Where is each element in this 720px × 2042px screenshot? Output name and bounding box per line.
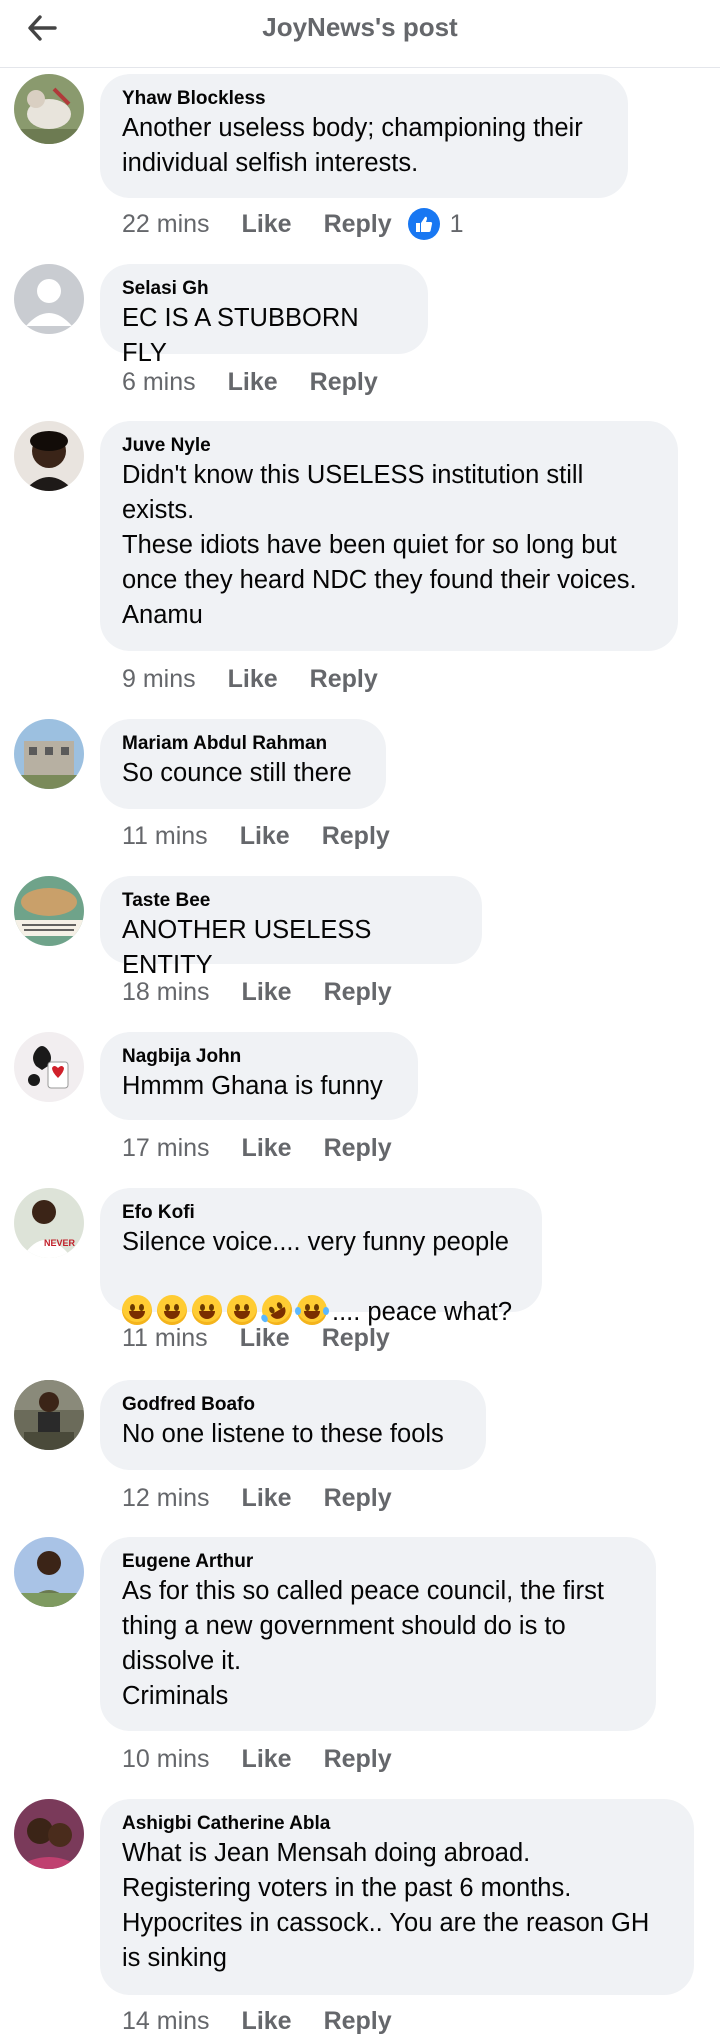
comment-actions: 11 mins Like Reply [122,1320,422,1356]
avatar[interactable] [14,1799,84,1869]
comment-time[interactable]: 10 mins [122,1745,210,1774]
comment-author[interactable]: Taste Bee [122,889,460,913]
comment-actions: 11 mins Like Reply [122,818,422,854]
comment-author[interactable]: Eugene Arthur [122,1550,634,1574]
comment-actions: 18 mins Like Reply [122,974,424,1010]
comment-bubble: Juve Nyle Didn't know this USELESS insti… [100,421,678,651]
comment-text: Hmmm Ghana is funny [122,1072,383,1100]
comment-bubble: Nagbija John Hmmm Ghana is funny [100,1032,418,1120]
reply-button[interactable]: Reply [324,1745,392,1774]
page-title: JoyNews's post [262,12,458,42]
comment-text: Didn't know this USELESS institution sti… [122,461,637,629]
comment-actions: 12 mins Like Reply [122,1480,424,1516]
comment-actions: 17 mins Like Reply [122,1130,424,1166]
comment-actions: 10 mins Like Reply [122,1741,424,1777]
post-header: JoyNews's post [0,0,720,68]
comment-bubble: Ashigbi Catherine Abla What is Jean Mens… [100,1799,694,1995]
comment-time[interactable]: 9 mins [122,665,196,694]
comment-time[interactable]: 11 mins [122,1324,208,1353]
like-button[interactable]: Like [228,665,278,694]
comment-actions: 14 mins Like Reply [122,2003,424,2039]
comment-time[interactable]: 17 mins [122,1134,210,1163]
comment-text: What is Jean Mensah doing abroad. Regist… [122,1839,650,1972]
comment-text: No one listene to these fools [122,1420,444,1448]
comment-author[interactable]: Ashigbi Catherine Abla [122,1812,672,1836]
avatar[interactable] [14,74,84,144]
comment-text: Another useless body; championing their … [122,114,583,177]
like-button[interactable]: Like [242,1484,292,1513]
comment-bubble: Efo Kofi Silence voice.... very funny pe… [100,1188,542,1331]
comment-text: As for this so called peace council, the… [122,1577,604,1710]
like-button[interactable]: Like [242,2007,292,2036]
comment-author[interactable]: Yhaw Blockless [122,87,606,111]
comment-actions: 6 mins Like Reply [122,364,410,400]
reply-button[interactable]: Reply [324,1484,392,1513]
like-button[interactable]: Like [242,210,292,239]
comment-time[interactable]: 22 mins [122,210,210,239]
comment-time[interactable]: 12 mins [122,1484,210,1513]
comment-author[interactable]: Juve Nyle [122,434,656,458]
avatar[interactable] [14,876,84,946]
avatar[interactable] [14,421,84,491]
comment-actions: 22 mins Like Reply 1 [122,206,464,242]
comment-text: EC IS A STUBBORN FLY [122,304,359,367]
comment-time[interactable]: 6 mins [122,368,196,397]
avatar[interactable] [14,1537,84,1607]
comment-bubble: Godfred Boafo No one listene to these fo… [100,1380,486,1470]
reaction-summary[interactable]: 1 [407,208,464,240]
comment-bubble: Taste Bee ANOTHER USELESS ENTITY [100,876,482,979]
comment-author[interactable]: Mariam Abdul Rahman [122,732,364,756]
comment-author[interactable]: Selasi Gh [122,277,406,301]
reply-button[interactable]: Reply [324,1134,392,1163]
comment-actions: 9 mins Like Reply [122,661,410,697]
comment-bubble: Selasi Gh EC IS A STUBBORN FLY [100,264,428,367]
svg-text:NEVER: NEVER [44,1238,76,1248]
comment-bubble: Eugene Arthur As for this so called peac… [100,1537,656,1731]
avatar[interactable] [14,1032,84,1102]
like-button[interactable]: Like [242,1134,292,1163]
comment-author[interactable]: Godfred Boafo [122,1393,464,1417]
like-button[interactable]: Like [240,822,290,851]
like-button[interactable]: Like [228,368,278,397]
comment-author[interactable]: Nagbija John [122,1045,396,1069]
comment-time[interactable]: 14 mins [122,2007,210,2036]
like-button[interactable]: Like [242,978,292,1007]
reply-button[interactable]: Reply [324,2007,392,2036]
default-avatar-icon [14,264,84,334]
comment-time[interactable]: 18 mins [122,978,210,1007]
comment-text: Silence voice.... very funny people [122,1228,509,1256]
reply-button[interactable]: Reply [310,665,378,694]
avatar[interactable] [14,719,84,789]
reply-button[interactable]: Reply [310,368,378,397]
reply-button[interactable]: Reply [324,210,392,239]
comment-author[interactable]: Efo Kofi [122,1201,520,1225]
avatar[interactable] [14,1380,84,1450]
thumbs-up-icon [407,208,440,240]
reply-button[interactable]: Reply [322,1324,390,1353]
comment-text: ANOTHER USELESS ENTITY [122,916,372,979]
reaction-count: 1 [449,209,464,238]
comment-bubble: Mariam Abdul Rahman So counce still ther… [100,719,386,809]
comment-time[interactable]: 11 mins [122,822,208,851]
reply-button[interactable]: Reply [324,978,392,1007]
like-button[interactable]: Like [242,1745,292,1774]
reply-button[interactable]: Reply [322,822,390,851]
avatar[interactable] [14,264,84,334]
avatar[interactable]: NEVER [14,1188,84,1258]
like-button[interactable]: Like [240,1324,290,1353]
comment-text: So counce still there [122,759,352,787]
comment-bubble: Yhaw Blockless Another useless body; cha… [100,74,628,198]
